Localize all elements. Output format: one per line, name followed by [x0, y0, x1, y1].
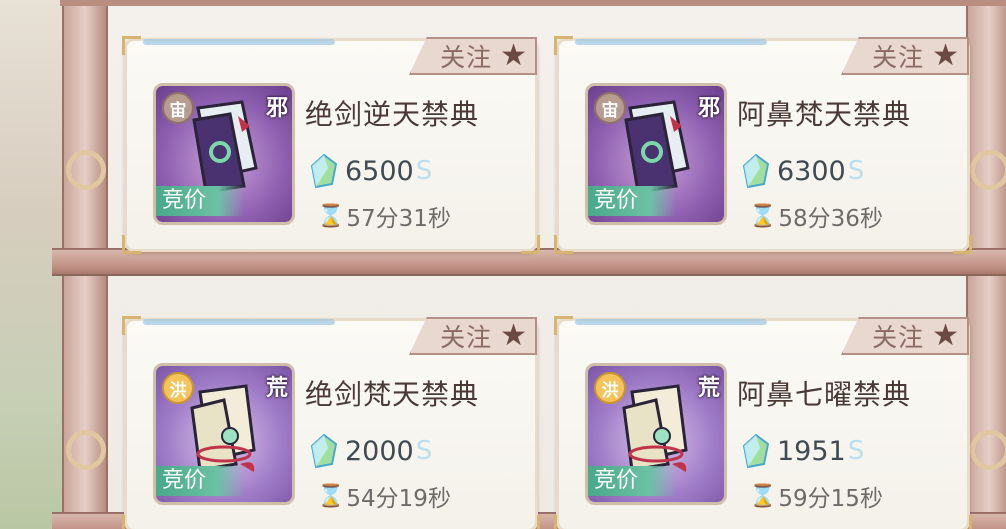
timer-row: ⌛ 59分15秒: [749, 479, 883, 513]
rarity-badge: 洪: [162, 372, 194, 404]
hourglass-icon: ⌛: [317, 203, 345, 229]
star-icon: ★: [500, 318, 527, 353]
follow-button[interactable]: 关注 ★: [409, 317, 537, 355]
book-icon: [190, 384, 256, 472]
timer-row: ⌛ 54分19秒: [317, 479, 451, 513]
card-corner-ornament: [122, 515, 141, 529]
book-icon: [624, 100, 690, 194]
price-row: 2000 S: [311, 431, 432, 471]
gem-icon: [743, 154, 769, 188]
hourglass-icon: ⌛: [317, 483, 345, 509]
auction-tag: 竞价: [156, 186, 244, 216]
follow-label: 关注: [440, 43, 493, 72]
current-bid: 1951: [777, 435, 846, 467]
item-thumbnail[interactable]: 洪 荒 竞价: [153, 363, 295, 505]
follow-label: 关注: [872, 323, 925, 352]
auction-card[interactable]: 关注 ★ 宙 邪 竞价 阿鼻梵天禁典 6300 S ⌛ 58分36秒: [554, 36, 972, 254]
card-accent-line: [575, 39, 767, 45]
rope-knot-icon: [970, 150, 1006, 190]
item-thumbnail[interactable]: 宙 邪 竞价: [153, 83, 295, 225]
card-corner-ornament: [122, 235, 141, 254]
current-bid: 6500: [345, 155, 414, 187]
card-accent-line: [143, 39, 335, 45]
auction-tag: 竞价: [156, 466, 244, 496]
card-accent-line: [143, 319, 335, 325]
time-remaining: 54分19秒: [346, 486, 451, 512]
card-corner-ornament: [521, 515, 540, 529]
item-thumbnail[interactable]: 宙 邪 竞价: [585, 83, 727, 225]
item-name: 绝剑梵天禁典: [305, 378, 480, 411]
rope-knot-icon: [66, 150, 106, 190]
follow-button[interactable]: 关注 ★: [841, 317, 969, 355]
gem-icon: [743, 434, 769, 468]
auction-card[interactable]: 关注 ★ 宙 邪 竞价 绝剑逆天禁典 6500 S ⌛ 57分31秒: [122, 36, 540, 254]
follow-button[interactable]: 关注 ★: [841, 37, 969, 75]
card-corner-ornament: [953, 515, 972, 529]
rarity-badge: 宙: [162, 92, 194, 124]
card-corner-ornament: [554, 36, 573, 55]
follow-label: 关注: [872, 43, 925, 72]
swirl-ornament-icon: S: [415, 156, 433, 186]
swirl-ornament-icon: S: [847, 436, 865, 466]
time-remaining: 59分15秒: [778, 486, 883, 512]
hourglass-icon: ⌛: [749, 203, 777, 229]
auction-shelf-scene: 关注 ★ 宙 邪 竞价 绝剑逆天禁典 6500 S ⌛ 57分31秒 关注 ★ …: [0, 0, 1006, 529]
card-corner-ornament: [122, 316, 141, 335]
book-icon: [192, 100, 258, 194]
current-bid: 6300: [777, 155, 846, 187]
timer-row: ⌛ 58分36秒: [749, 199, 883, 233]
hourglass-icon: ⌛: [749, 483, 777, 509]
current-bid: 2000: [345, 435, 414, 467]
star-icon: ★: [932, 38, 959, 73]
rarity-badge: 宙: [594, 92, 626, 124]
item-name: 阿鼻七曜禁典: [737, 378, 912, 411]
card-corner-ornament: [554, 515, 573, 529]
item-name: 绝剑逆天禁典: [305, 98, 480, 131]
card-corner-ornament: [122, 36, 141, 55]
item-type-tag: 荒: [697, 376, 720, 401]
star-icon: ★: [932, 318, 959, 353]
card-corner-ornament: [521, 235, 540, 254]
auction-tag: 竞价: [588, 186, 676, 216]
timer-row: ⌛ 57分31秒: [317, 199, 451, 233]
item-thumbnail[interactable]: 洪 荒 竞价: [585, 363, 727, 505]
price-row: 1951 S: [743, 431, 864, 471]
rope-knot-icon: [970, 430, 1006, 470]
card-corner-ornament: [554, 235, 573, 254]
shelf-top-beam: [60, 0, 1006, 6]
auction-card[interactable]: 关注 ★ 洪 荒 竞价 绝剑梵天禁典 2000 S ⌛ 54分19秒: [122, 316, 540, 529]
card-corner-ornament: [953, 235, 972, 254]
card-accent-line: [575, 319, 767, 325]
price-row: 6500 S: [311, 151, 432, 191]
item-type-tag: 荒: [265, 376, 288, 401]
gem-icon: [311, 434, 337, 468]
rarity-badge: 洪: [594, 372, 626, 404]
book-icon: [622, 384, 688, 472]
item-name: 阿鼻梵天禁典: [737, 98, 912, 131]
item-type-tag: 邪: [697, 96, 720, 121]
gem-icon: [311, 154, 337, 188]
time-remaining: 58分36秒: [778, 206, 883, 232]
follow-label: 关注: [440, 323, 493, 352]
swirl-ornament-icon: S: [847, 156, 865, 186]
follow-button[interactable]: 关注 ★: [409, 37, 537, 75]
time-remaining: 57分31秒: [346, 206, 451, 232]
swirl-ornament-icon: S: [415, 436, 433, 466]
price-row: 6300 S: [743, 151, 864, 191]
star-icon: ★: [500, 38, 527, 73]
rope-knot-icon: [66, 430, 106, 470]
auction-tag: 竞价: [588, 466, 676, 496]
item-type-tag: 邪: [265, 96, 288, 121]
auction-card[interactable]: 关注 ★ 洪 荒 竞价 阿鼻七曜禁典 1951 S ⌛ 59分15秒: [554, 316, 972, 529]
card-corner-ornament: [554, 316, 573, 335]
